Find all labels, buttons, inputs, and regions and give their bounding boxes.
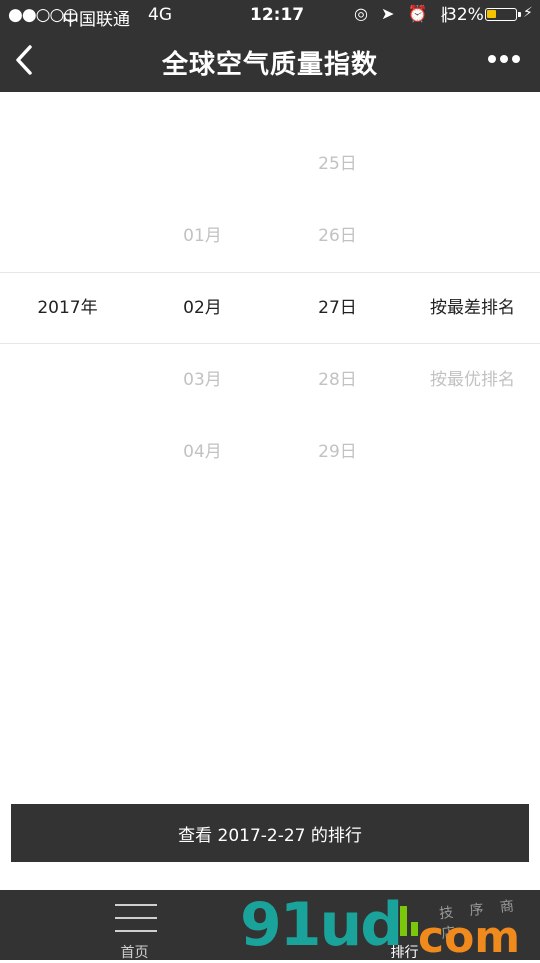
view-ranking-button[interactable]: 查看 2017-2-27 的排行 bbox=[11, 804, 529, 862]
picker-day-item[interactable]: 26日 bbox=[270, 200, 405, 272]
more-button[interactable] bbox=[486, 50, 522, 70]
battery-nub bbox=[518, 12, 521, 17]
picker-month-item[interactable]: 02月 bbox=[135, 272, 270, 344]
bar-chart-icon bbox=[385, 900, 427, 936]
picker-sort-item[interactable]: 按最差排名 bbox=[405, 272, 540, 344]
carrier-name: 中国联通 bbox=[62, 10, 130, 30]
nav-bar: 全球空气质量指数 bbox=[0, 30, 540, 92]
menu-icon bbox=[115, 900, 157, 936]
picker-month-item[interactable]: 03月 bbox=[135, 344, 270, 416]
picker-day-item[interactable]: 25日 bbox=[270, 128, 405, 200]
status-icons: ◎ ➤ ⏰ ∦ bbox=[354, 4, 453, 23]
picker-day-item[interactable]: 28日 bbox=[270, 344, 405, 416]
picker-month-item[interactable]: 05月 bbox=[135, 488, 270, 524]
tab-home[interactable]: 首页 bbox=[67, 890, 202, 961]
tab-ranking-label: 排行 bbox=[390, 945, 419, 961]
picker-column-month[interactable]: 01月 02月 03月 04月 05月 bbox=[135, 92, 270, 524]
picker-month-item[interactable]: 01月 bbox=[135, 200, 270, 272]
more-dot bbox=[512, 55, 520, 63]
more-dot bbox=[500, 55, 508, 63]
picker-column-year[interactable]: 2017年 bbox=[0, 92, 135, 524]
more-dots-icon bbox=[488, 55, 496, 63]
status-time: 12:17 bbox=[250, 5, 305, 25]
picker-day-item[interactable]: 27日 bbox=[270, 272, 405, 344]
battery-percent: 32% bbox=[446, 5, 484, 25]
picker-year-item[interactable]: 2017年 bbox=[0, 272, 135, 344]
picker-day-item[interactable]: 30日 bbox=[270, 488, 405, 524]
battery-icon bbox=[485, 8, 521, 21]
date-sort-picker[interactable]: 2017年 01月 02月 03月 04月 05月 24日 25日 26日 27日 28日 29日… bbox=[0, 92, 540, 524]
picker-month-item[interactable]: 04月 bbox=[135, 416, 270, 488]
picker-day-item[interactable]: 29日 bbox=[270, 416, 405, 488]
picker-sort-item[interactable]: 按最优排名 bbox=[405, 344, 540, 416]
picker-day-item[interactable]: 24日 bbox=[270, 92, 405, 128]
battery-fill bbox=[487, 10, 496, 18]
network-type: 4G bbox=[148, 5, 172, 25]
tab-home-label: 首页 bbox=[120, 945, 149, 961]
page-title: 全球空气质量指数 bbox=[161, 50, 378, 80]
charging-bolt-icon: ⚡ bbox=[523, 5, 533, 21]
picker-column-day[interactable]: 24日 25日 26日 27日 28日 29日 30日 bbox=[270, 92, 405, 524]
tab-ranking[interactable]: 排行 bbox=[337, 890, 472, 961]
status-bar: ●●○○○ 中国联通 4G 12:17 ◎ ➤ ⏰ ∦ 32% ⚡ bbox=[0, 0, 540, 30]
tab-bar: 首页 排行 bbox=[0, 890, 540, 961]
picker-column-sort[interactable]: 按最差排名 按最优排名 bbox=[405, 92, 540, 524]
